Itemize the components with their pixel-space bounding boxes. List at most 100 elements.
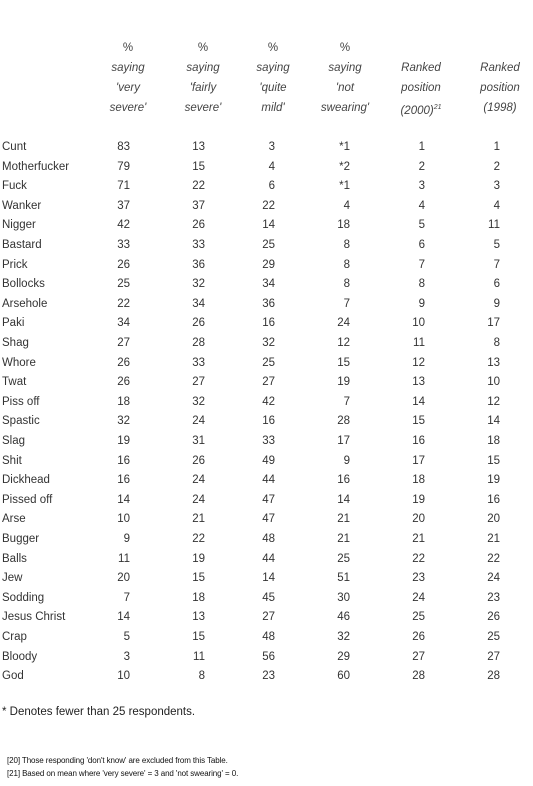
value-cell: 37 — [117, 199, 130, 212]
table-row: Bugger 9 22 48 21 21 21 — [0, 529, 533, 549]
term-cell: Slag — [2, 435, 26, 447]
table-row: Dickhead 16 24 44 16 18 19 — [0, 470, 533, 490]
swear-word-severity-table: % saying 'very severe'% saying 'fairly severe'… — [0, 0, 533, 786]
value-cell: 44 — [262, 474, 275, 487]
value-cell: 8 — [343, 278, 350, 291]
term-cell: Wanker — [2, 199, 42, 212]
value-cell: 26 — [117, 356, 130, 369]
value-cell: 14 — [337, 493, 350, 506]
table-row: Shit 16 26 49 9 17 15 — [0, 451, 533, 471]
value-cell: 5 — [418, 219, 425, 232]
value-cell: 22 — [487, 552, 500, 565]
value-cell: 24 — [192, 474, 205, 487]
value-cell: 19 — [117, 435, 130, 447]
value-cell: 24 — [192, 415, 205, 428]
column-header-line: saying — [256, 62, 290, 74]
value-cell: 6 — [493, 278, 500, 291]
column-header: % saying 'fairly severe' — [163, 38, 243, 118]
value-cell: 22 — [192, 180, 205, 193]
value-cell: 14 — [412, 395, 425, 408]
table-row: Motherfucker 79 15 4 *2 2 2 — [0, 157, 533, 177]
table-row: Pissed off 14 24 47 14 19 16 — [0, 490, 533, 510]
term-cell: Arse — [2, 513, 26, 526]
value-cell: 1 — [493, 141, 500, 153]
term-cell: Balls — [2, 552, 27, 565]
column-header: Ranked position (1998) — [460, 38, 533, 118]
column-header-line: severe' — [109, 102, 147, 114]
table-row: Jew 20 15 14 51 23 24 — [0, 568, 533, 588]
column-header-line: (2000)21 — [400, 104, 442, 117]
value-cell: 42 — [262, 395, 275, 408]
value-cell: 18 — [337, 219, 350, 232]
column-header-line: 'quite — [259, 82, 287, 94]
column-header: % saying 'very severe' — [88, 38, 168, 118]
value-cell: 27 — [262, 376, 275, 389]
value-cell: 15 — [337, 356, 350, 369]
table-row: Fuck 71 22 6 *1 3 3 — [0, 176, 533, 196]
value-cell: 9 — [123, 533, 130, 545]
term-cell: Bastard — [2, 239, 42, 251]
column-header-line: 'very — [116, 82, 140, 94]
column-header-line: saying — [328, 62, 362, 74]
value-cell: 47 — [262, 493, 275, 506]
table-row: Piss off 18 32 42 7 14 12 — [0, 392, 533, 412]
value-cell: 22 — [192, 533, 205, 545]
value-cell: 2 — [493, 160, 500, 173]
value-cell: 26 — [192, 317, 205, 330]
term-cell: Piss off — [2, 395, 40, 408]
value-cell: 14 — [262, 219, 275, 232]
column-header-line: swearing' — [320, 102, 370, 114]
value-cell: 46 — [337, 611, 350, 624]
value-cell: 13 — [487, 356, 500, 369]
column-header: % saying 'not swearing' — [305, 38, 385, 118]
value-cell: 45 — [262, 591, 275, 604]
value-cell: 29 — [337, 650, 350, 663]
term-cell: Jesus Christ — [2, 611, 66, 624]
value-cell: 15 — [192, 572, 205, 585]
table-row: Sodding 7 18 45 30 24 23 — [0, 588, 533, 608]
value-cell: *1 — [339, 141, 350, 153]
value-cell: 28 — [192, 337, 205, 349]
table-row: Arse 10 21 47 21 20 20 — [0, 509, 533, 529]
table-row: Nigger 42 26 14 18 5 11 — [0, 215, 533, 235]
term-cell: Nigger — [2, 219, 36, 232]
column-header-line: saying — [186, 62, 220, 74]
value-cell: 15 — [192, 160, 205, 173]
value-cell: 4 — [268, 160, 275, 173]
footnote-ref: 21 — [433, 104, 442, 111]
term-cell: Bugger — [2, 533, 40, 545]
value-cell: 21 — [192, 513, 205, 526]
value-cell: 7 — [343, 297, 350, 310]
value-cell: 19 — [487, 474, 500, 487]
value-cell: 47 — [262, 513, 275, 526]
value-cell: 4 — [343, 199, 350, 212]
column-header-line: 'fairly — [189, 82, 217, 94]
term-cell: Motherfucker — [2, 160, 70, 173]
value-cell: 19 — [192, 552, 205, 565]
value-cell: 28 — [412, 670, 425, 683]
value-cell: 33 — [262, 435, 275, 447]
value-cell: 14 — [117, 493, 130, 506]
value-cell: 15 — [487, 454, 500, 467]
value-cell: 26 — [192, 219, 205, 232]
value-cell: 17 — [337, 435, 350, 447]
value-cell: 12 — [337, 337, 350, 349]
value-cell: 20 — [412, 513, 425, 526]
value-cell: 5 — [123, 631, 130, 643]
value-cell: 11 — [413, 337, 425, 349]
term-cell: Paki — [2, 317, 25, 330]
value-cell: 18 — [192, 591, 205, 604]
value-cell: 56 — [262, 650, 275, 663]
value-cell: 33 — [192, 356, 205, 369]
value-cell: 23 — [487, 591, 500, 604]
value-cell: 9 — [493, 297, 500, 310]
value-cell: 8 — [343, 258, 350, 271]
table-row: Bloody 3 11 56 29 27 27 — [0, 647, 533, 667]
value-cell: 36 — [262, 297, 275, 310]
table-row: Crap 5 15 48 32 26 25 — [0, 627, 533, 647]
column-header-line: % — [197, 42, 209, 54]
column-header-line: saying — [111, 62, 145, 74]
value-cell: 18 — [117, 395, 130, 408]
column-header-line: 'not — [335, 82, 355, 94]
term-cell: Shag — [2, 337, 29, 349]
